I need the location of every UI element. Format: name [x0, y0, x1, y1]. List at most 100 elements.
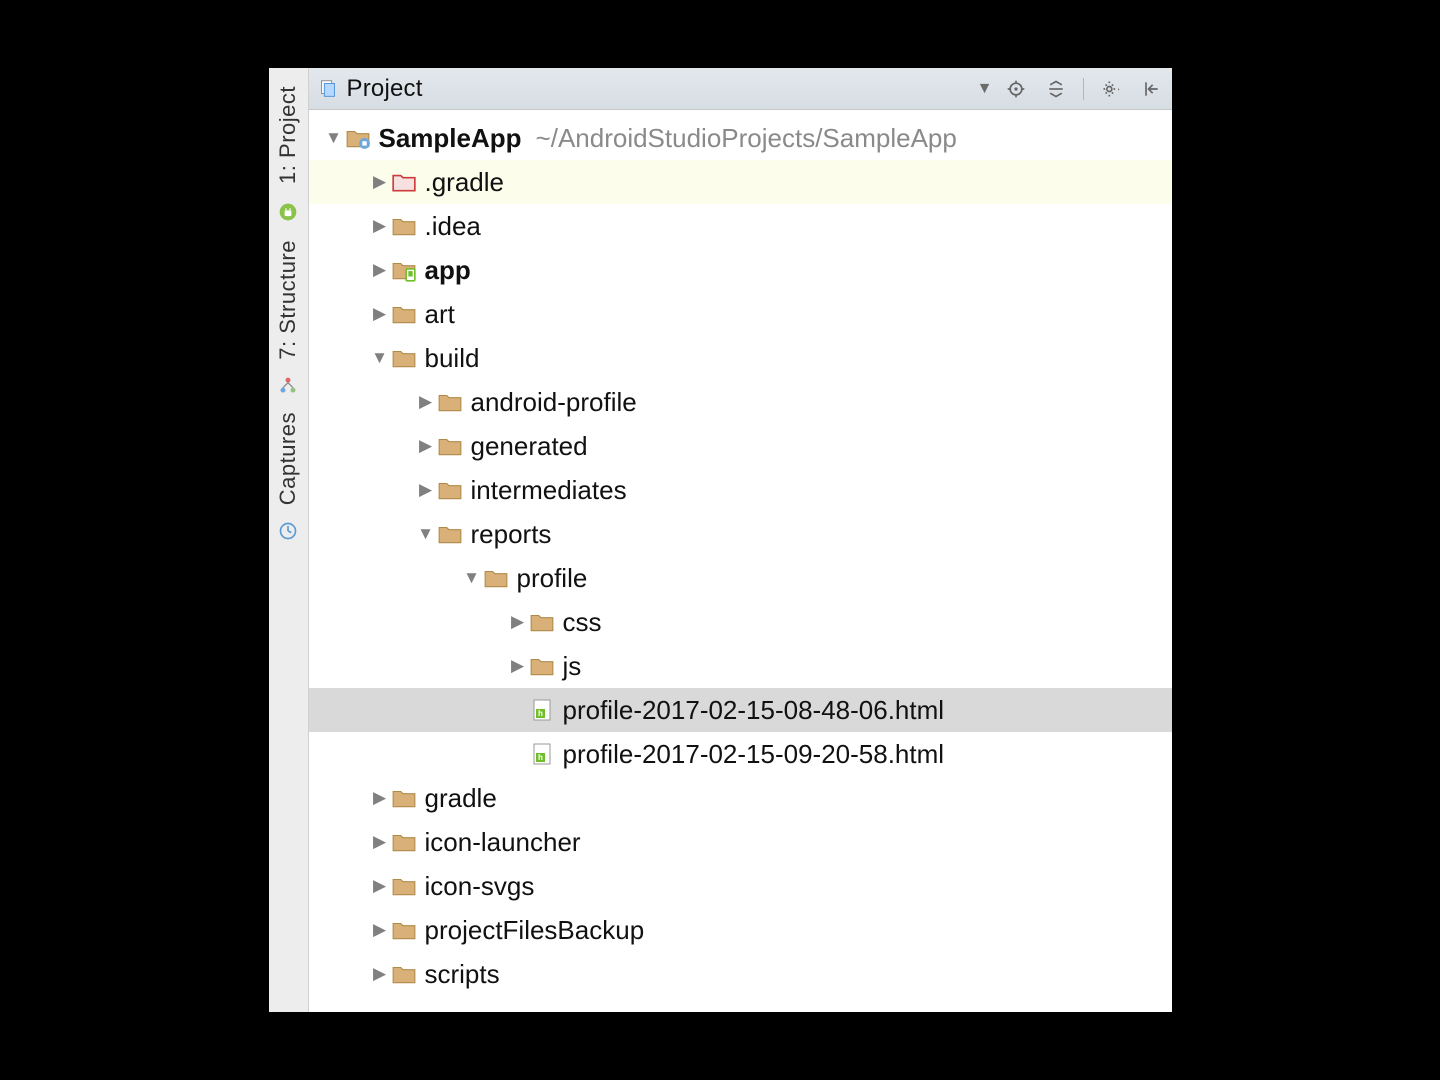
project-file-icon: [317, 78, 339, 100]
toolbar-buttons: [1003, 76, 1164, 102]
tree-folder[interactable]: ▶ intermediates: [309, 468, 1172, 512]
tree-node-label: SampleApp: [379, 123, 522, 154]
chevron-right-icon[interactable]: ▶: [507, 656, 529, 676]
folder-icon: [529, 653, 555, 679]
module-icon: [345, 125, 371, 151]
hide-panel-icon[interactable]: [1138, 76, 1164, 102]
tree-folder[interactable]: ▶ scripts: [309, 952, 1172, 996]
tree-node-label: scripts: [425, 959, 500, 990]
tree-node-label: reports: [471, 519, 552, 550]
chevron-right-icon[interactable]: ▶: [369, 964, 391, 984]
tree-folder[interactable]: ▶ icon-launcher: [309, 820, 1172, 864]
tree-node-label: profile: [517, 563, 588, 594]
folder-icon: [391, 785, 417, 811]
chevron-right-icon[interactable]: ▶: [369, 876, 391, 896]
tree-node-label: art: [425, 299, 455, 330]
ide-project-panel: 1: Project 7: Structure Captures Project…: [269, 68, 1172, 1012]
chevron-right-icon[interactable]: ▶: [415, 436, 437, 456]
collapse-all-icon[interactable]: [1043, 76, 1069, 102]
chevron-right-icon[interactable]: ▶: [415, 392, 437, 412]
chevron-down-icon[interactable]: ▼: [369, 348, 391, 368]
tree-folder[interactable]: ▶ js: [309, 644, 1172, 688]
tree-file[interactable]: h profile-2017-02-15-09-20-58.html: [309, 732, 1172, 776]
chevron-right-icon[interactable]: ▶: [415, 480, 437, 500]
rail-tab-captures[interactable]: Captures: [271, 402, 305, 515]
rail-tab-structure[interactable]: 7: Structure: [271, 230, 305, 370]
tree-folder[interactable]: ▶ art: [309, 292, 1172, 336]
tree-node-label: .idea: [425, 211, 481, 242]
tree-node-label: build: [425, 343, 480, 374]
folder-icon: [391, 213, 417, 239]
tree-node-label: profile-2017-02-15-09-20-58.html: [563, 739, 945, 770]
tree-folder[interactable]: ▶ projectFilesBackup: [309, 908, 1172, 952]
project-tree[interactable]: ▼ SampleApp ~/AndroidStudioProjects/Sample…: [309, 110, 1172, 1012]
tree-folder[interactable]: ▼ build: [309, 336, 1172, 380]
tree-folder[interactable]: ▶ .idea: [309, 204, 1172, 248]
folder-icon: [437, 521, 463, 547]
chevron-right-icon[interactable]: ▶: [369, 304, 391, 324]
folder-icon: [437, 433, 463, 459]
tree-node-label: icon-svgs: [425, 871, 535, 902]
chevron-right-icon[interactable]: ▶: [369, 260, 391, 280]
chevron-right-icon[interactable]: ▶: [369, 216, 391, 236]
chevron-down-icon[interactable]: ▼: [977, 80, 1003, 98]
folder-icon: [391, 873, 417, 899]
tree-node-label: js: [563, 651, 582, 682]
chevron-right-icon[interactable]: ▶: [369, 172, 391, 192]
tree-folder[interactable]: ▶ icon-svgs: [309, 864, 1172, 908]
tree-node-label: android-profile: [471, 387, 637, 418]
tree-folder[interactable]: ▶ generated: [309, 424, 1172, 468]
captures-icon: [278, 521, 298, 541]
folder-icon: [483, 565, 509, 591]
chevron-right-icon[interactable]: ▶: [369, 920, 391, 940]
chevron-right-icon[interactable]: ▶: [369, 832, 391, 852]
folder-icon: [437, 477, 463, 503]
tree-folder[interactable]: ▶ android-profile: [309, 380, 1172, 424]
tree-node-label: gradle: [425, 783, 497, 814]
folder-icon: [391, 917, 417, 943]
folder-icon: [391, 829, 417, 855]
tree-folder[interactable]: ▼ profile: [309, 556, 1172, 600]
tree-node-label: app: [425, 255, 471, 286]
tree-node-label: .gradle: [425, 167, 505, 198]
tree-folder[interactable]: ▶ .gradle: [309, 160, 1172, 204]
html-icon: h: [529, 741, 555, 767]
tree-node-label: profile-2017-02-15-08-48-06.html: [563, 695, 945, 726]
gear-icon[interactable]: [1098, 76, 1124, 102]
chevron-down-icon[interactable]: ▼: [415, 524, 437, 544]
android-icon: [276, 200, 300, 224]
tree-node-label: intermediates: [471, 475, 627, 506]
chevron-right-icon[interactable]: ▶: [507, 612, 529, 632]
folder-icon: [391, 301, 417, 327]
tree-node-label: css: [563, 607, 602, 638]
tree-folder[interactable]: ▶ css: [309, 600, 1172, 644]
tree-node-label: icon-launcher: [425, 827, 581, 858]
app-module-icon: [391, 257, 417, 283]
tree-folder[interactable]: ▶ gradle: [309, 776, 1172, 820]
chevron-down-icon[interactable]: ▼: [323, 128, 345, 148]
left-tool-rail: 1: Project 7: Structure Captures: [269, 68, 309, 1012]
chevron-down-icon[interactable]: ▼: [461, 568, 483, 588]
folder-icon: [391, 961, 417, 987]
project-title-bar: Project ▼: [309, 68, 1172, 110]
tree-node-path-hint: ~/AndroidStudioProjects/SampleApp: [536, 123, 957, 154]
chevron-right-icon[interactable]: ▶: [369, 788, 391, 808]
toolbar-divider: [1083, 78, 1084, 100]
folder-red-icon: [391, 169, 417, 195]
html-icon: h: [529, 697, 555, 723]
tree-node-label: generated: [471, 431, 588, 462]
svg-text:h: h: [538, 753, 543, 762]
locate-icon[interactable]: [1003, 76, 1029, 102]
folder-icon: [437, 389, 463, 415]
tree-file[interactable]: h profile-2017-02-15-08-48-06.html: [309, 688, 1172, 732]
panel-title[interactable]: Project: [347, 75, 423, 103]
folder-icon: [391, 345, 417, 371]
rail-tab-project[interactable]: 1: Project: [271, 76, 305, 194]
main-area: Project ▼ ▼SampleApp~/AndroidStudioPro: [309, 68, 1172, 1012]
tree-folder[interactable]: ▶ app: [309, 248, 1172, 292]
svg-text:h: h: [538, 709, 543, 718]
tree-node-label: projectFilesBackup: [425, 915, 645, 946]
structure-icon: [278, 376, 298, 396]
tree-folder[interactable]: ▼ reports: [309, 512, 1172, 556]
tree-folder[interactable]: ▼ SampleApp ~/AndroidStudioProjects/Sample…: [309, 116, 1172, 160]
